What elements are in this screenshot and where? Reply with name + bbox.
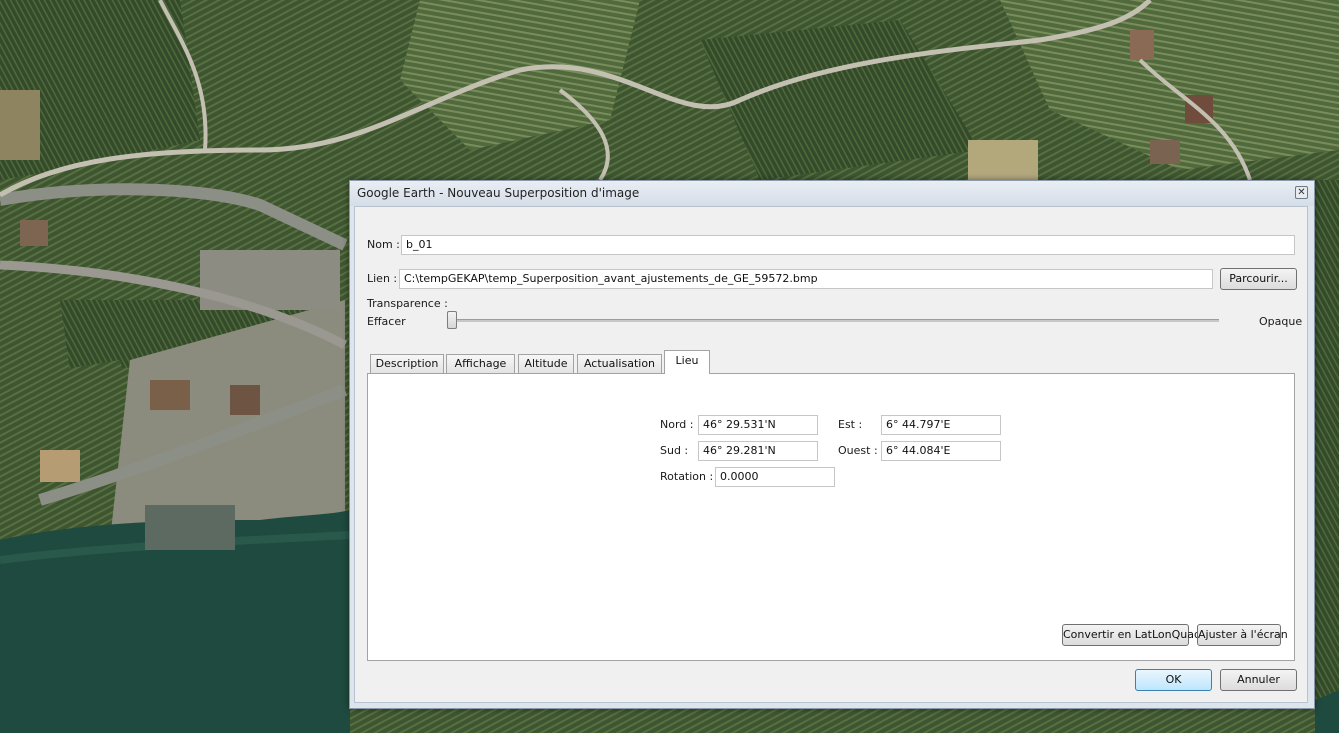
link-label: Lien : (367, 272, 398, 285)
transparency-label: Transparence : (367, 297, 448, 310)
tab-actualisation[interactable]: Actualisation (577, 354, 662, 373)
rotation-label: Rotation : (660, 470, 714, 483)
link-input[interactable]: C:\tempGEKAP\temp_Superposition_avant_aj… (399, 269, 1213, 289)
north-label: Nord : (660, 418, 694, 431)
dialog-titlebar[interactable]: Google Earth - Nouveau Superposition d'i… (350, 181, 1314, 206)
close-icon: ✕ (1297, 187, 1306, 198)
west-input[interactable]: 6° 44.084'E (881, 441, 1001, 461)
convert-latlonquad-button[interactable]: Convertir en LatLonQuad (1062, 624, 1201, 646)
slider-min-label: Effacer (367, 315, 406, 328)
east-label: Est : (838, 418, 863, 431)
dialog-title: Google Earth - Nouveau Superposition d'i… (357, 186, 640, 200)
south-input[interactable]: 46° 29.281'N (698, 441, 818, 461)
tab-altitude[interactable]: Altitude (518, 354, 574, 373)
tab-affichage[interactable]: Affichage (446, 354, 515, 373)
north-input[interactable]: 46° 29.531'N (698, 415, 818, 435)
ok-button[interactable]: OK (1135, 669, 1212, 691)
location-panel: Nord : 46° 29.531'N Est : 6° 44.797'E Su… (367, 373, 1295, 661)
cancel-button[interactable]: Annuler (1220, 669, 1297, 691)
slider-max-label: Opaque (1259, 315, 1303, 328)
tab-description[interactable]: Description (370, 354, 444, 373)
fit-to-screen-button[interactable]: Ajuster à l'écran (1197, 624, 1288, 646)
tab-lieu[interactable]: Lieu (664, 350, 710, 374)
rotation-input[interactable]: 0.0000 (715, 467, 835, 487)
east-input[interactable]: 6° 44.797'E (881, 415, 1001, 435)
west-label: Ouest : (838, 444, 878, 457)
name-label: Nom : (367, 238, 400, 251)
transparency-slider[interactable] (451, 319, 1219, 322)
image-overlay-dialog: Google Earth - Nouveau Superposition d'i… (349, 180, 1315, 709)
name-input[interactable]: b_01 (401, 235, 1295, 255)
browse-button[interactable]: Parcourir... (1220, 268, 1297, 290)
dialog-content: Nom : b_01 Lien : C:\tempGEKAP\temp_Supe… (354, 206, 1308, 703)
south-label: Sud : (660, 444, 689, 457)
slider-thumb[interactable] (447, 311, 457, 329)
close-button[interactable]: ✕ (1295, 186, 1308, 199)
